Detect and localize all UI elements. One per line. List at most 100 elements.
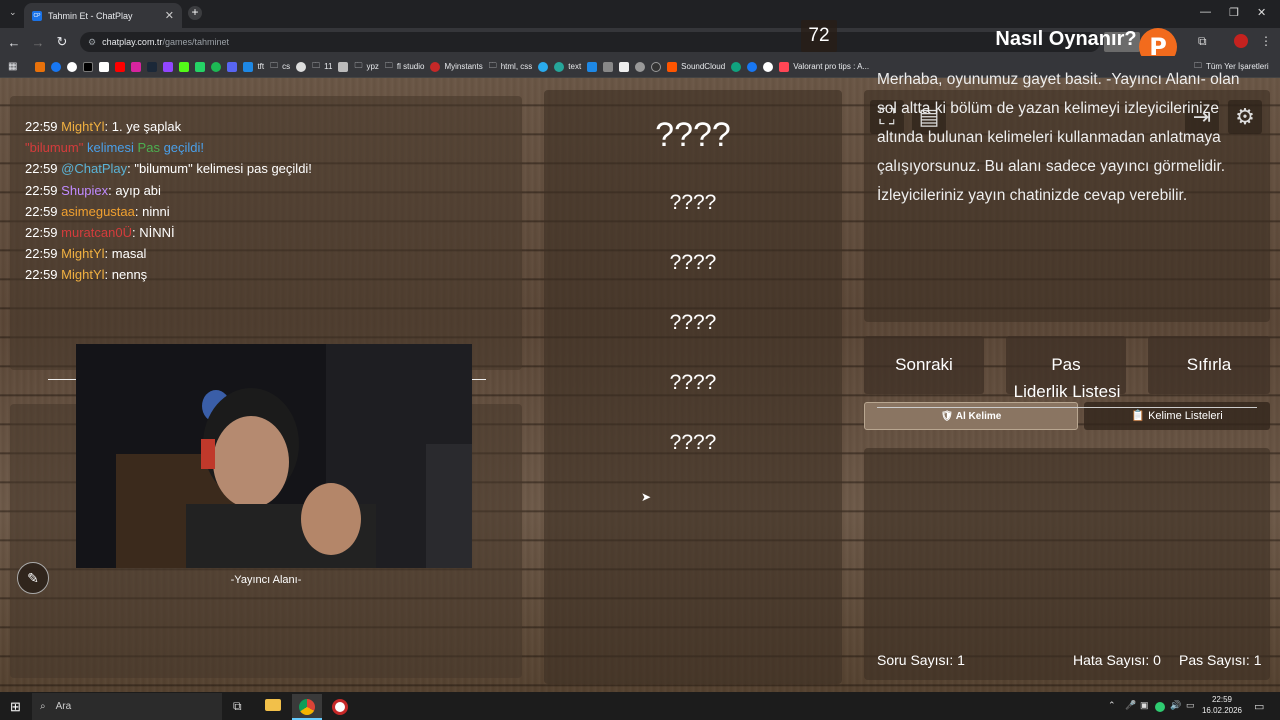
chat-username: muratcan0Ü (61, 225, 132, 241)
bookmark-google2-icon[interactable] (763, 61, 774, 72)
extensions-puzzle-icon[interactable]: ⧉ (1198, 34, 1214, 50)
back-icon[interactable]: ← (2, 35, 26, 50)
chat-text: : 1. ye şaplak (104, 119, 182, 134)
bookmark-folder-ypz[interactable]: 🗀 ypz (354, 60, 378, 74)
notification-icon[interactable]: ▭ (1254, 700, 1264, 713)
forbidden-word: ???? (669, 371, 717, 394)
bookmark-valorant[interactable]: Valorant pro tips : A... (779, 61, 869, 72)
divider-line (48, 379, 76, 380)
taskbar-search[interactable]: ⌕ Ara (32, 693, 222, 720)
bookmark-google-icon[interactable] (67, 61, 78, 72)
chat-username: MightYl (61, 267, 105, 283)
volume-icon[interactable]: 🔊 (1170, 700, 1181, 711)
obs-icon[interactable] (332, 699, 348, 715)
bookmark-z-icon[interactable] (603, 61, 614, 72)
bookmark-chatgpt-icon[interactable] (731, 61, 742, 72)
bookmark-folder-fl-studio[interactable]: 🗀 fl studio (385, 60, 425, 74)
chat-message: 22:59 Shupiex: ayıp abi (25, 180, 312, 201)
tray-overflow-icon[interactable]: ⌃ (1108, 700, 1116, 711)
tray-status-icon[interactable] (1155, 702, 1165, 712)
chat-time: 22:59 (25, 119, 58, 134)
browser-tab-active[interactable]: CP Tahmin Et - ChatPlay ✕ (24, 3, 182, 28)
chat-message: 22:59 MightYl: 1. ye şaplak (25, 116, 312, 137)
how-to-play-text: Merhaba, oyunumuz gayet basit. -Yayıncı … (877, 71, 1240, 204)
site-info-icon[interactable]: ⚙ (88, 37, 96, 48)
bookmark-misc-icon[interactable] (338, 61, 349, 72)
mouse-cursor-icon: ➤ (641, 490, 652, 504)
chat-log: 22:59 MightYl: 1. ye şaplak "bilumum" kel… (25, 116, 312, 286)
bookmark-flame-icon[interactable] (35, 61, 46, 72)
bookmark-x-icon[interactable] (83, 61, 94, 72)
tab-close-icon[interactable]: ✕ (165, 9, 174, 22)
url-path: /games/tahminet (162, 37, 229, 47)
minimize-icon[interactable]: — (1200, 6, 1211, 18)
bookmark-youtube-icon[interactable] (115, 61, 126, 72)
folder-icon: 🗀 (312, 60, 321, 70)
bookmark-github-icon[interactable] (651, 61, 662, 72)
bookmark-text[interactable]: text (554, 61, 581, 72)
bookmark-folder-11[interactable]: 🗀 11 (312, 60, 332, 74)
pen-icon[interactable]: ✎ (17, 562, 49, 594)
bookmark-twitch-icon[interactable] (163, 61, 174, 72)
bookmark-kick-icon[interactable] (179, 61, 190, 72)
folder-icon: 🗀 (488, 60, 497, 70)
bookmark-globe-icon[interactable] (296, 61, 307, 72)
browser-menu-icon[interactable]: ⋮ (1260, 34, 1272, 48)
chat-time: 22:59 (25, 267, 58, 283)
bookmark-folder-html-css[interactable]: 🗀 html, css (489, 60, 533, 74)
bookmark-soundcloud[interactable]: SoundCloud (667, 61, 725, 72)
user-avatar-icon[interactable] (1234, 34, 1248, 48)
divider-line (877, 407, 1257, 408)
streamer-area-label: -Yayıncı Alanı- (230, 574, 302, 586)
tray-app-icon[interactable]: ▣ (1140, 700, 1149, 711)
clipboard-icon: 📋 (1131, 410, 1149, 422)
window-close-icon[interactable]: ✕ (1257, 6, 1266, 19)
chat-username: Shupiex (61, 182, 109, 198)
browser-tab-strip: ⌄ CP Tahmin Et - ChatPlay ✕ + — ❐ ✕ (0, 0, 1280, 28)
new-tab-button[interactable]: + (188, 6, 202, 20)
microphone-icon[interactable]: 🎤 (1125, 700, 1136, 711)
windows-start-icon[interactable]: ⊞ (10, 699, 21, 715)
tab-list-chevron-icon[interactable]: ⌄ (9, 7, 17, 18)
bookmark-chrome-icon[interactable] (635, 61, 646, 72)
chat-message: 22:59 @ChatPlay: "bilumum" kelimesi pas … (25, 158, 312, 179)
reload-icon[interactable]: ↻ (50, 34, 74, 50)
pass-count: Pas Sayısı: 1 (1179, 652, 1262, 668)
restore-icon[interactable]: ❐ (1229, 6, 1239, 19)
leaderboard-title: Liderlik Listesi (1013, 382, 1121, 401)
task-view-icon[interactable]: ⧉ (233, 699, 242, 714)
bookmark-facebook-icon[interactable] (51, 61, 62, 72)
bookmark-instagram-icon[interactable] (131, 61, 142, 72)
main-word: ???? (655, 116, 731, 154)
question-count: Soru Sayısı: 1 (877, 652, 965, 668)
bookmark-folder-cs[interactable]: 🗀 cs (270, 60, 290, 74)
bookmark-telegram-icon[interactable] (538, 61, 549, 72)
chat-system-text: Pas (137, 140, 160, 156)
bookmark-facebook2-icon[interactable] (747, 61, 758, 72)
bookmark-whatsapp-icon[interactable] (195, 61, 206, 72)
chat-system-text: geçildi! (159, 140, 205, 156)
bookmark-notion-icon[interactable] (619, 61, 630, 72)
chat-message: 22:59 MightYl: masal (25, 243, 312, 264)
chat-username: asimegustaa (61, 203, 135, 219)
forward-icon[interactable]: → (26, 35, 50, 50)
folder-icon: 🗀 (354, 60, 363, 70)
chat-text: : ninni (134, 203, 170, 219)
bookmark-tft[interactable]: tft (243, 61, 264, 72)
file-explorer-icon[interactable] (265, 699, 281, 711)
chat-system-text: kelimesi (83, 140, 138, 156)
apps-grid-icon[interactable]: ▦ (8, 61, 17, 72)
url-omnibox[interactable]: ⚙ chatplay.com.tr/games/tahminet (80, 32, 1100, 52)
bookmark-discord-icon[interactable] (227, 61, 238, 72)
bookmark-l-icon[interactable] (587, 61, 598, 72)
bookmark-steam-icon[interactable] (147, 61, 158, 72)
chat-username: "bilumum" (25, 140, 84, 156)
chat-message: 22:59 asimegustaa: ninni (25, 201, 312, 222)
bookmark-myinstants[interactable]: Myinstants (430, 61, 483, 72)
network-icon[interactable]: ▭ (1186, 700, 1195, 711)
bookmark-spotify-icon[interactable] (211, 61, 222, 72)
search-icon: ⌕ (40, 701, 46, 712)
taskbar-clock[interactable]: 22:59 16.02.2026 (1200, 694, 1244, 716)
chat-time: 22:59 (25, 161, 58, 177)
bookmark-gmail-icon[interactable] (99, 61, 110, 72)
